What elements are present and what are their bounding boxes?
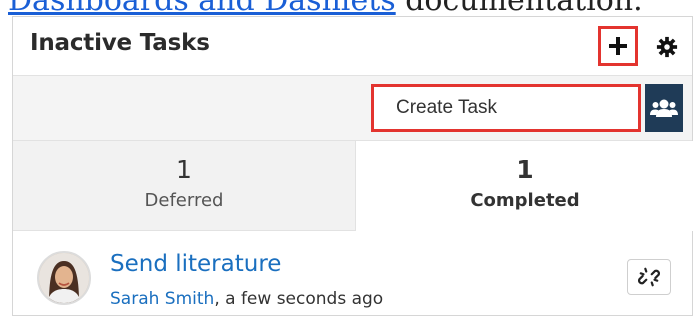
tab-deferred[interactable]: 1 Deferred	[13, 141, 356, 231]
team-button[interactable]	[645, 84, 683, 132]
task-name-link[interactable]: Send literature	[110, 251, 281, 277]
task-timestamp: , a few seconds ago	[214, 289, 384, 309]
inactive-tasks-dashlet: Inactive Tasks Create Task 1 Deferred 1 …	[12, 16, 693, 316]
dashlet-title: Inactive Tasks	[30, 30, 210, 56]
deferred-count: 1	[176, 155, 192, 184]
documentation-text: Dashboards and Dashlets documentation.	[8, 0, 643, 16]
unlink-icon	[638, 267, 660, 287]
user-photo	[39, 253, 89, 303]
completed-count: 1	[516, 155, 534, 184]
assigned-user-link[interactable]: Sarah Smith	[110, 289, 214, 309]
completed-label: Completed	[470, 190, 580, 211]
users-icon	[650, 99, 678, 117]
tab-completed[interactable]: 1 Completed	[356, 141, 693, 231]
create-task-label: Create Task	[396, 97, 498, 118]
settings-button[interactable]	[653, 33, 681, 61]
dashlet-toolbar: Create Task	[13, 76, 692, 141]
create-task-button[interactable]: Create Task	[371, 84, 641, 132]
task-meta: Sarah Smith, a few seconds ago	[110, 289, 383, 309]
list-item: Send literature Sarah Smith, a few secon…	[13, 231, 692, 317]
dashlet-header: Inactive Tasks	[13, 17, 692, 76]
add-button[interactable]	[598, 26, 638, 66]
task-status-tabs: 1 Deferred 1 Completed	[13, 141, 693, 231]
deferred-label: Deferred	[144, 190, 224, 211]
unlink-button[interactable]	[627, 259, 671, 295]
avatar[interactable]	[37, 251, 91, 305]
gear-icon	[656, 36, 678, 58]
plus-icon	[609, 37, 627, 55]
